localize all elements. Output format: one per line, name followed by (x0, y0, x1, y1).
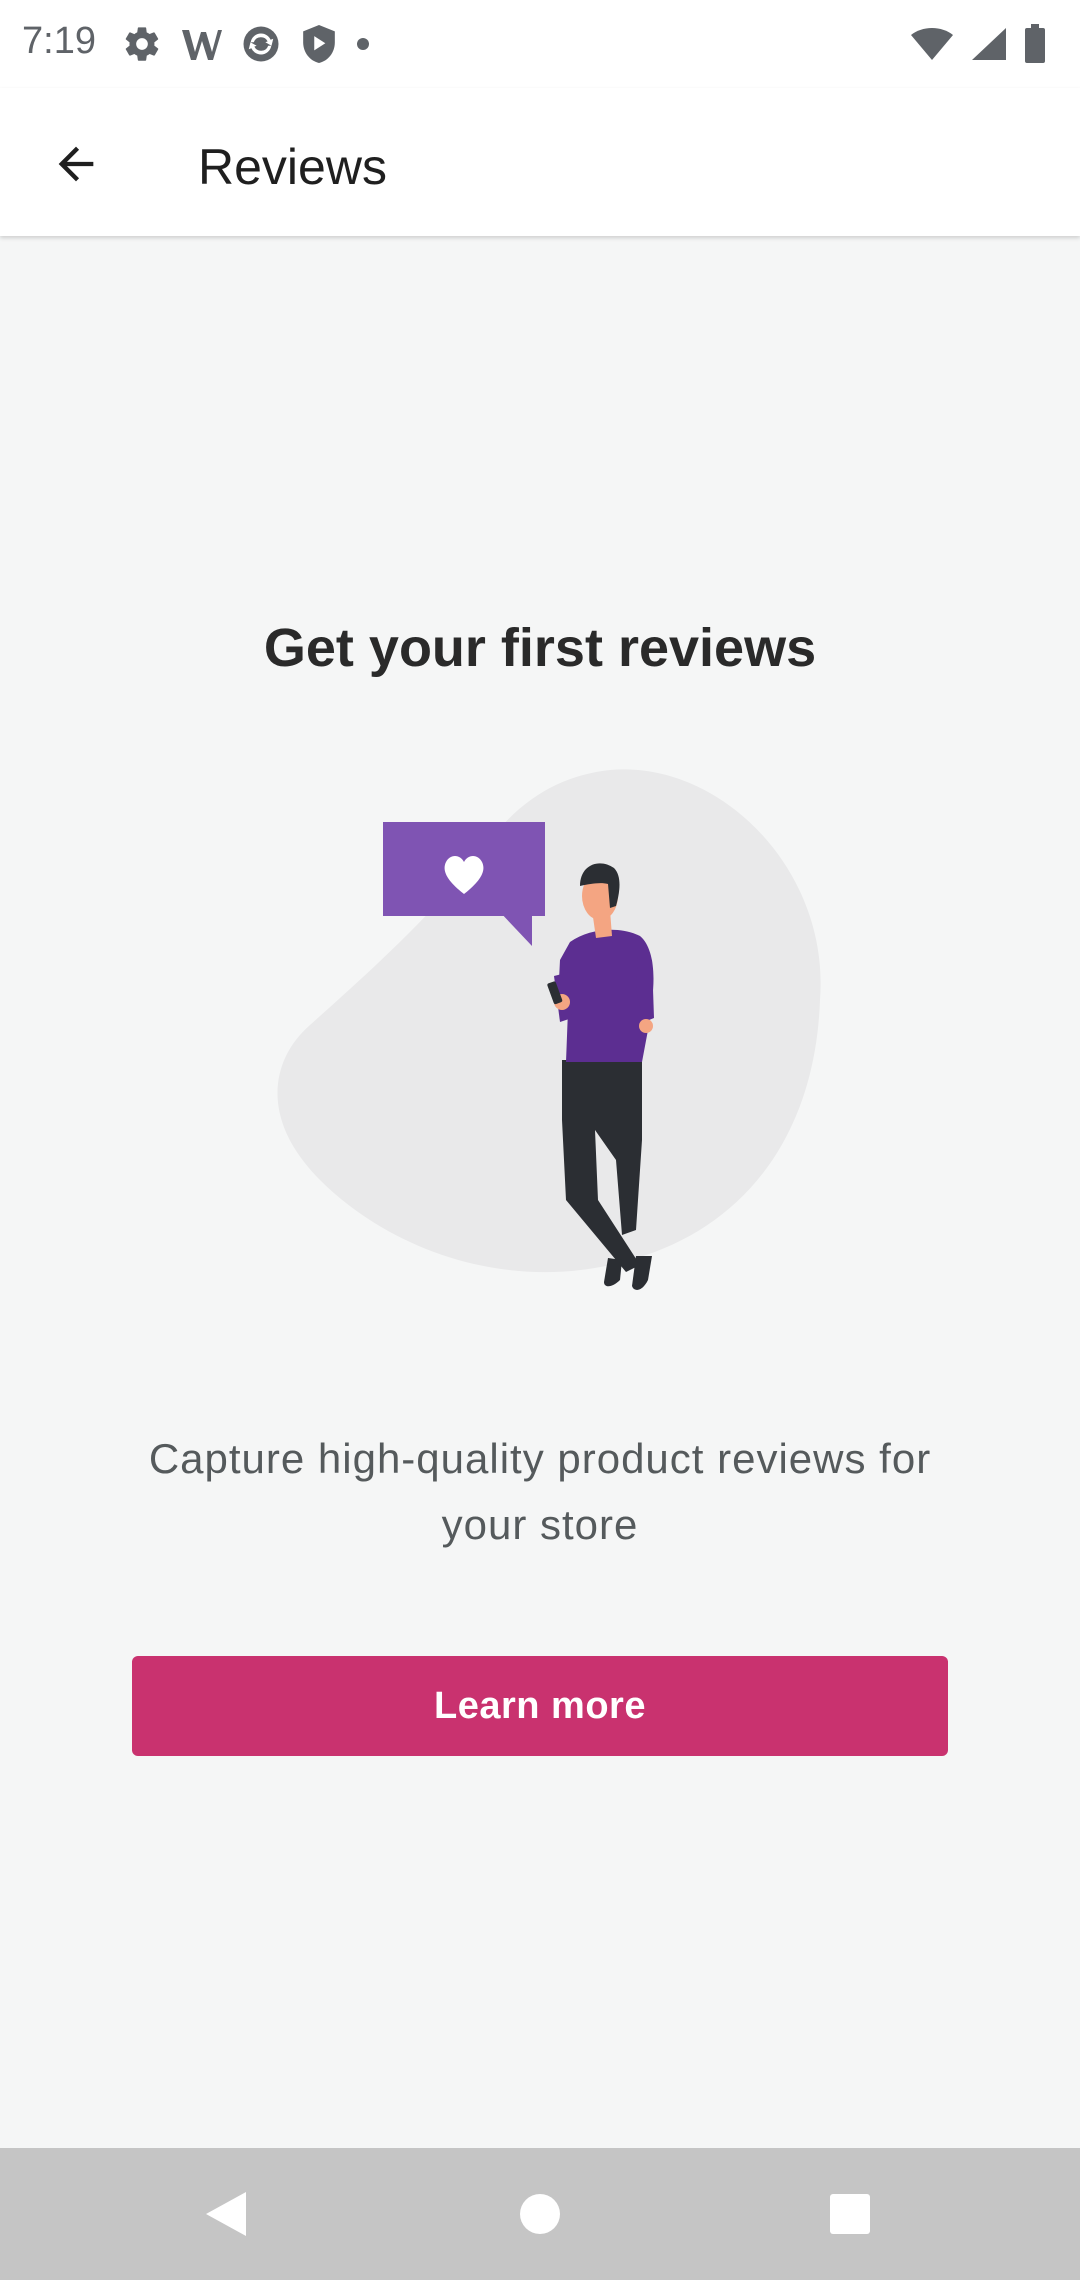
wordpress-icon (180, 24, 222, 64)
arrow-back-icon (58, 146, 94, 182)
app-bar: Reviews (0, 88, 1080, 236)
battery-icon (1024, 24, 1046, 64)
status-icons-right (910, 18, 1046, 70)
dot-icon (356, 37, 370, 51)
sync-icon (240, 23, 282, 65)
settings-icon (122, 24, 162, 64)
page-title: Reviews (198, 139, 387, 195)
nav-back-button[interactable] (186, 2174, 266, 2254)
home-circle-icon (520, 2194, 560, 2234)
nav-home-button[interactable] (500, 2174, 580, 2254)
recents-square-icon (830, 2194, 870, 2234)
wifi-icon (910, 26, 954, 62)
reviews-illustration (277, 769, 821, 1290)
empty-state-description: Capture high-quality product reviews for… (148, 1435, 932, 1548)
empty-state-title: Get your first reviews (263, 618, 817, 678)
navigation-bar (0, 2148, 1080, 2280)
shield-play-icon (300, 23, 338, 65)
status-time: 7:19 (22, 20, 96, 62)
learn-more-button[interactable]: Learn more (132, 1656, 948, 1756)
status-bar: 7:19 (0, 0, 1080, 88)
status-icons-left (122, 18, 370, 70)
background-blob (277, 769, 821, 1273)
empty-state: Get your first reviews Capture high-qual… (0, 236, 1080, 2148)
back-button[interactable] (38, 126, 114, 202)
signal-icon (970, 26, 1008, 62)
nav-recents-button[interactable] (810, 2174, 890, 2254)
back-triangle-icon (206, 2192, 246, 2236)
